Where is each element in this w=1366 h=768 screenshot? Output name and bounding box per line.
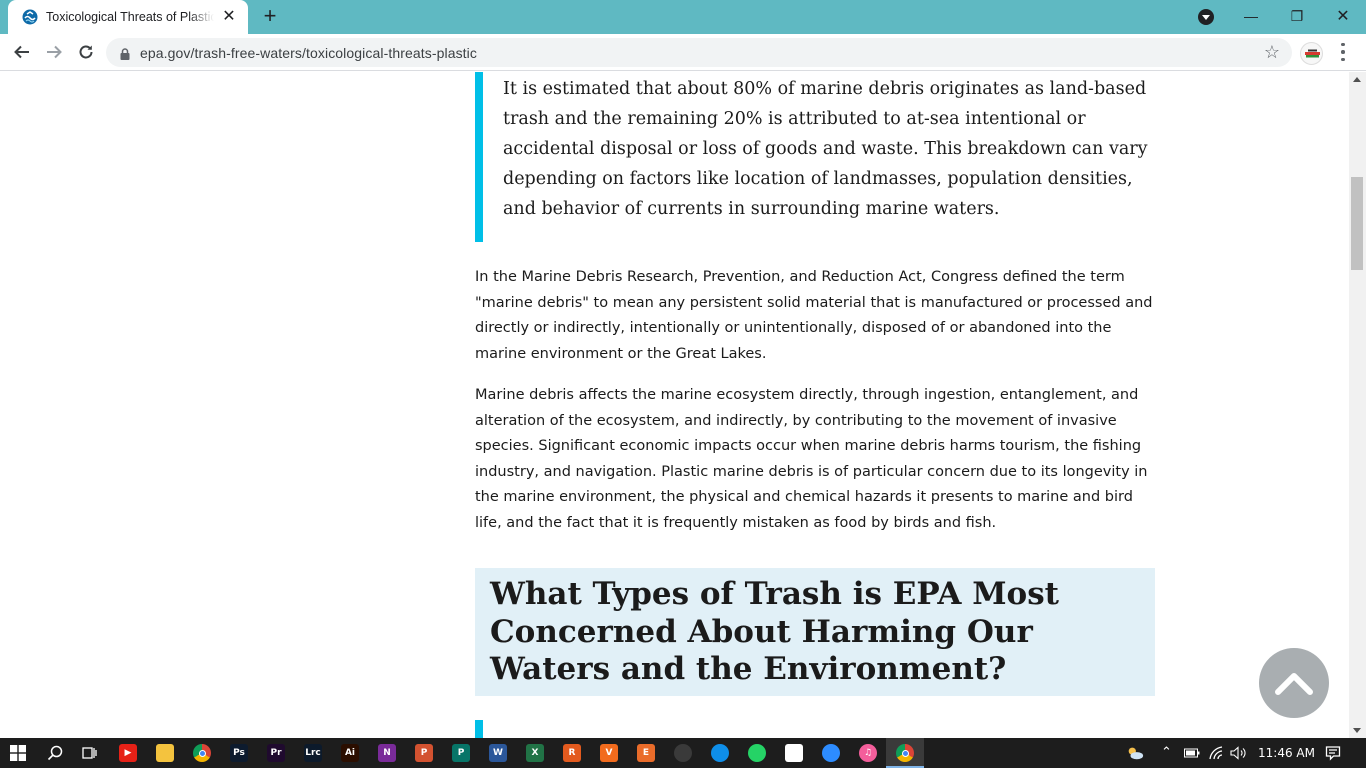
- zoom-icon[interactable]: [822, 744, 840, 762]
- highlight-callout: It is estimated that about 80% of marine…: [475, 72, 1155, 242]
- arrow-right-icon: [47, 45, 62, 59]
- new-tab-button[interactable]: +: [258, 5, 282, 29]
- minimize-button[interactable]: —: [1228, 0, 1274, 32]
- close-window-button[interactable]: ✕: [1320, 0, 1366, 32]
- photoshop-icon[interactable]: Ps: [230, 744, 248, 762]
- page-viewport: It is estimated that about 80% of marine…: [0, 72, 1349, 738]
- tab-title: Toxicological Threats of Plastic | US EP…: [46, 10, 214, 24]
- windows-start-icon[interactable]: [9, 744, 27, 762]
- scroll-up-arrow-icon[interactable]: [1353, 77, 1361, 82]
- search-icon[interactable]: [46, 744, 64, 762]
- premiere-icon[interactable]: Pr: [267, 744, 285, 762]
- forward-button[interactable]: [40, 38, 68, 66]
- battery-icon[interactable]: [1183, 744, 1201, 762]
- profile-avatar[interactable]: [1300, 42, 1323, 65]
- task-view-icon[interactable]: [80, 744, 98, 762]
- address-bar[interactable]: epa.gov/trash-free-waters/toxicological-…: [106, 38, 1292, 67]
- section-heading: What Types of Trash is EPA Most Concerne…: [490, 576, 1060, 687]
- paragraph-marine-debris-definition: In the Marine Debris Research, Preventio…: [475, 269, 1153, 362]
- callout-text: It is estimated that about 80% of marine…: [503, 79, 1148, 219]
- app-r-icon[interactable]: R: [563, 744, 581, 762]
- itunes-icon[interactable]: ♫: [859, 744, 877, 762]
- lock-icon: [120, 47, 130, 60]
- publisher-icon[interactable]: P: [452, 744, 470, 762]
- url-text: epa.gov/trash-free-waters/toxicological-…: [140, 44, 477, 61]
- arrow-left-icon: [14, 45, 29, 59]
- scroll-thumb[interactable]: [1351, 177, 1363, 270]
- tab-close-icon[interactable]: ✕: [220, 8, 238, 26]
- taskbar-clock[interactable]: 11:46 AM: [1258, 738, 1315, 768]
- chrome-menu-button[interactable]: [1336, 41, 1350, 63]
- chrome-icon[interactable]: [193, 744, 211, 762]
- lightroom-classic-icon[interactable]: Lrc: [304, 744, 322, 762]
- weather-icon[interactable]: [1126, 744, 1144, 762]
- restore-button[interactable]: ❐: [1274, 0, 1320, 32]
- next-callout-border: [475, 720, 483, 738]
- scroll-down-arrow-icon[interactable]: [1353, 728, 1361, 733]
- onenote-icon[interactable]: N: [378, 744, 396, 762]
- paragraph-marine-debris-impacts: Marine debris affects the marine ecosyst…: [475, 387, 1148, 531]
- epa-favicon-icon: [22, 9, 38, 25]
- app-v-icon[interactable]: V: [600, 744, 618, 762]
- bookmark-star-icon[interactable]: ☆: [1264, 42, 1280, 62]
- back-to-top-button[interactable]: [1259, 648, 1329, 718]
- volume-icon[interactable]: [1230, 744, 1248, 762]
- windows-taskbar: ▶ Ps Pr Lrc Ai N P P W X R V E ♫ ⌃ 11:46 AM: [0, 738, 1366, 768]
- browser-tab-strip: Toxicological Threats of Plastic | US EP…: [0, 0, 1366, 34]
- file-explorer-icon[interactable]: [156, 744, 174, 762]
- whatsapp-icon[interactable]: [748, 744, 766, 762]
- chevron-up-tray-icon[interactable]: ⌃: [1161, 738, 1172, 768]
- illustrator-icon[interactable]: Ai: [341, 744, 359, 762]
- teamviewer-icon[interactable]: [711, 744, 729, 762]
- powerpoint-icon[interactable]: P: [415, 744, 433, 762]
- wifi-icon[interactable]: [1208, 744, 1226, 762]
- browser-tab[interactable]: Toxicological Threats of Plastic | US EP…: [8, 0, 248, 34]
- tab-search-dropdown-icon[interactable]: [1198, 9, 1214, 25]
- section-heading-box: What Types of Trash is EPA Most Concerne…: [475, 568, 1155, 696]
- obs-icon[interactable]: [674, 744, 692, 762]
- browser-toolbar: epa.gov/trash-free-waters/toxicological-…: [0, 34, 1366, 71]
- chrome-active-icon[interactable]: [896, 744, 914, 762]
- back-button[interactable]: [8, 38, 36, 66]
- vertical-scrollbar[interactable]: [1349, 72, 1366, 738]
- excel-icon[interactable]: X: [526, 744, 544, 762]
- word-icon[interactable]: W: [489, 744, 507, 762]
- notifications-icon[interactable]: [1324, 744, 1342, 762]
- reload-icon: [79, 45, 93, 59]
- youtube-icon[interactable]: ▶: [119, 744, 137, 762]
- chevron-up-icon: [1275, 673, 1313, 695]
- slack-icon[interactable]: [785, 744, 803, 762]
- app-e-icon[interactable]: E: [637, 744, 655, 762]
- reload-button[interactable]: [72, 38, 100, 66]
